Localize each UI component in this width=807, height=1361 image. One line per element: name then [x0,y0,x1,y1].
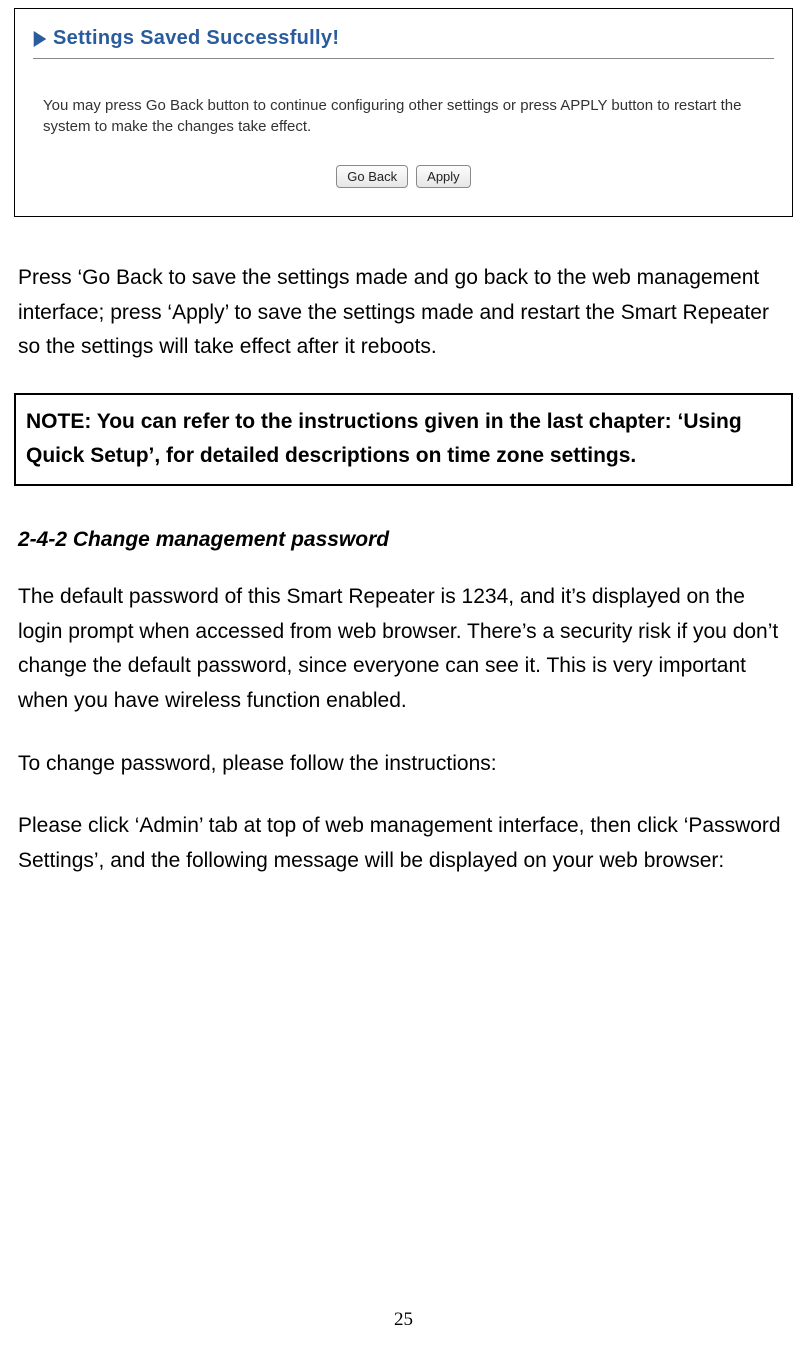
button-row: Go Back Apply [33,165,774,188]
go-back-button[interactable]: Go Back [336,165,408,188]
note-box: NOTE: You can refer to the instructions … [14,393,793,486]
page-number: 25 [0,1309,807,1331]
apply-button[interactable]: Apply [416,165,471,188]
banner-title: Settings Saved Successfully! [53,27,339,50]
banner-description: You may press Go Back button to continue… [43,95,764,137]
section-heading: 2-4-2 Change management password [18,528,789,552]
settings-saved-screenshot: Settings Saved Successfully! You may pre… [14,8,793,217]
paragraph-follow-instructions: To change password, please follow the in… [18,747,789,782]
paragraph-default-password: The default password of this Smart Repea… [18,580,789,719]
banner-underline [33,58,774,59]
paragraph-admin-tab: Please click ‘Admin’ tab at top of web m… [18,809,789,878]
banner-row: Settings Saved Successfully! [33,27,774,50]
paragraph-go-back-apply: Press ‘Go Back to save the settings made… [18,261,789,365]
chevron-right-icon [34,31,47,47]
